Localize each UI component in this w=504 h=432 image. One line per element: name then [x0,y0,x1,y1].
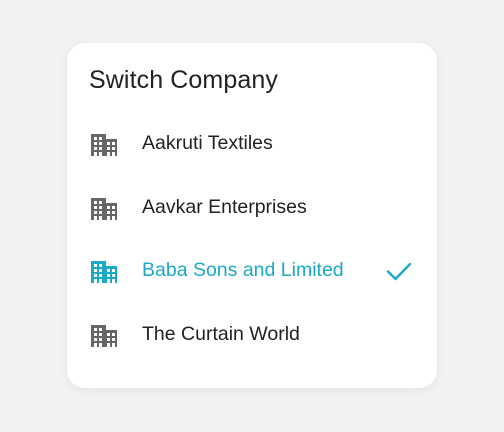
background-frame: Switch Company Aakruti Textiles Aavkar E… [0,0,504,432]
company-label: Baba Sons and Limited [142,259,344,281]
company-label: Aakruti Textiles [142,132,273,154]
company-label: Aavkar Enterprises [142,195,307,218]
building-icon [90,259,118,283]
company-item-aavkar-enterprises[interactable]: Aavkar Enterprises [67,177,437,241]
company-list: Aakruti Textiles Aavkar Enterprises Baba… [67,113,437,367]
building-icon [90,196,118,220]
checkmark-icon [385,259,413,283]
company-label: The Curtain World [142,322,300,345]
switch-company-dialog: Switch Company Aakruti Textiles Aavkar E… [67,43,437,388]
building-icon [90,323,118,347]
company-item-aakruti-textiles[interactable]: Aakruti Textiles [67,113,437,177]
company-item-the-curtain-world[interactable]: The Curtain World [67,304,437,368]
company-item-baba-sons-and-limited[interactable]: Baba Sons and Limited [67,240,437,304]
building-icon [90,132,118,156]
dialog-title: Switch Company [89,66,278,94]
